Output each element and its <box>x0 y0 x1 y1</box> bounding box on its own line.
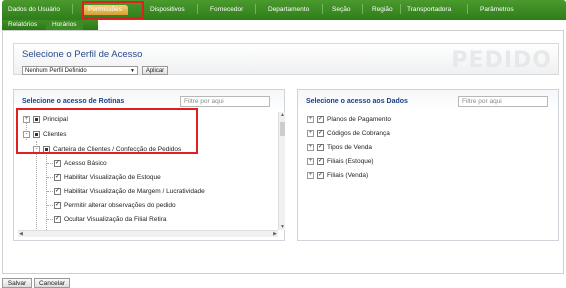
profile-title: Selecione o Perfil de Acesso <box>22 49 143 60</box>
scroll-right-icon[interactable]: ▶ <box>273 231 277 237</box>
checkbox-checked[interactable] <box>54 173 61 181</box>
tab-parametros[interactable]: Parâmetros <box>480 5 514 15</box>
tree-connector <box>47 163 53 164</box>
routines-filter-input[interactable]: Filtre por aqui <box>180 96 270 107</box>
tree-item-visualizacao-estoque[interactable]: Habilitar Visualização de Estoque <box>54 172 161 182</box>
tab-fornecedor[interactable]: Fornecedor <box>210 5 243 15</box>
routines-title: Selecione o acesso de Rotinas <box>22 98 125 105</box>
tree-item-planos-pagamento[interactable]: + Planos de Pagamento <box>307 114 391 124</box>
tree-connector <box>47 219 53 220</box>
cancel-button[interactable]: Cancelar <box>34 278 70 288</box>
scroll-up-icon[interactable]: ▲ <box>280 112 285 118</box>
checkbox-checked[interactable] <box>54 187 61 195</box>
tree-item-acesso-basico[interactable]: Acesso Básico <box>54 158 107 168</box>
tab-dados-do-usuario[interactable]: Dados do Usuário <box>8 5 60 15</box>
tab-departamento[interactable]: Departamento <box>268 5 309 15</box>
tab-separator <box>72 4 73 14</box>
tab-transportadora[interactable]: Transportadora <box>407 5 451 15</box>
checkbox-checked[interactable] <box>317 171 324 179</box>
tree-item-label: Tipos de Venda <box>327 143 372 151</box>
tree-connector <box>47 177 53 178</box>
tree-item-label: Filiais (Estoque) <box>327 157 374 165</box>
apply-button[interactable]: Aplicar <box>142 66 168 75</box>
watermark-logo: PEDIDO <box>451 48 552 73</box>
tree-item-label: Planos de Pagamento <box>327 115 391 123</box>
expand-icon[interactable]: + <box>307 171 314 179</box>
tab-separator <box>322 4 323 14</box>
profile-select[interactable]: Nenhum Perfil Definido ▼ <box>22 66 138 75</box>
routines-horizontal-scrollbar[interactable]: ◀ ▶ <box>18 230 278 237</box>
tree-item-label: Ocultar Visualização da Filial Retira <box>64 215 167 223</box>
profile-section: PEDIDO Selecione o Perfil de Acesso Nenh… <box>13 43 559 75</box>
tab-separator <box>362 4 363 14</box>
tree-connector <box>46 152 47 232</box>
checkbox-checked[interactable] <box>54 201 61 209</box>
tree-connector <box>47 205 53 206</box>
data-access-box: Selecione o acesso aos Dados Filtre por … <box>297 89 559 241</box>
tab-secao[interactable]: Seção <box>332 5 350 15</box>
scroll-thumb[interactable] <box>280 122 285 136</box>
save-button[interactable]: Salvar <box>2 278 32 288</box>
tree-item-filiais-estoque[interactable]: + Filiais (Estoque) <box>307 156 374 166</box>
chevron-down-icon: ▼ <box>130 68 135 74</box>
checkbox-checked[interactable] <box>317 129 324 137</box>
tab-dispositivos[interactable]: Dispositivos <box>150 5 185 15</box>
tab-relatorios[interactable]: Relatórios <box>8 20 37 30</box>
profile-select-value: Nenhum Perfil Definido <box>25 68 87 74</box>
tree-item-label: Códigos de Cobrança <box>327 129 390 137</box>
tree-connector <box>47 191 53 192</box>
tree-item-alterar-observacoes[interactable]: Permitir alterar observações do pedido <box>54 200 176 210</box>
tree-item-filiais-venda[interactable]: + Filiais (Venda) <box>307 170 368 180</box>
scroll-left-icon[interactable]: ◀ <box>19 231 23 237</box>
tree-connector <box>36 141 37 231</box>
tree-item-tipos-venda[interactable]: + Tipos de Venda <box>307 142 372 152</box>
checkbox-checked[interactable] <box>54 159 61 167</box>
scroll-down-icon[interactable]: ▼ <box>280 224 285 230</box>
tree-item-label: Acesso Básico <box>64 159 107 167</box>
tree-item-label: Habilitar Visualização de Margem / Lucra… <box>64 187 205 195</box>
tree-item-visualizacao-margem[interactable]: Habilitar Visualização de Margem / Lucra… <box>54 186 205 196</box>
expand-icon[interactable]: + <box>307 115 314 123</box>
tab-horarios[interactable]: Horários <box>46 20 83 30</box>
expand-icon[interactable]: + <box>307 129 314 137</box>
tree-item-label: Filiais (Venda) <box>327 171 369 179</box>
tree-item-filial-retira[interactable]: Ocultar Visualização da Filial Retira <box>54 214 166 224</box>
checkbox-checked[interactable] <box>317 115 324 123</box>
highlight-permissoes-tab <box>82 1 144 19</box>
tree-item-label: Habilitar Visualização de Estoque <box>64 173 161 181</box>
data-filter-input[interactable]: Filtre por aqui <box>458 96 548 107</box>
tab-separator <box>467 4 468 14</box>
tree-item-codigos-cobranca[interactable]: + Códigos de Cobrança <box>307 128 390 138</box>
checkbox-checked[interactable] <box>317 143 324 151</box>
data-access-title: Selecione o acesso aos Dados <box>306 98 408 105</box>
routines-vertical-scrollbar[interactable]: ▲ ▼ <box>278 112 285 230</box>
tab-regiao[interactable]: Região <box>372 5 393 15</box>
expand-icon[interactable]: + <box>307 143 314 151</box>
tab-separator <box>197 4 198 14</box>
highlight-routines-tree <box>16 108 198 154</box>
expand-icon[interactable]: + <box>307 157 314 165</box>
tab-separator <box>400 4 401 14</box>
tab-separator <box>255 4 256 14</box>
tree-item-label: Permitir alterar observações do pedido <box>64 201 176 209</box>
checkbox-checked[interactable] <box>54 215 61 223</box>
checkbox-checked[interactable] <box>317 157 324 165</box>
